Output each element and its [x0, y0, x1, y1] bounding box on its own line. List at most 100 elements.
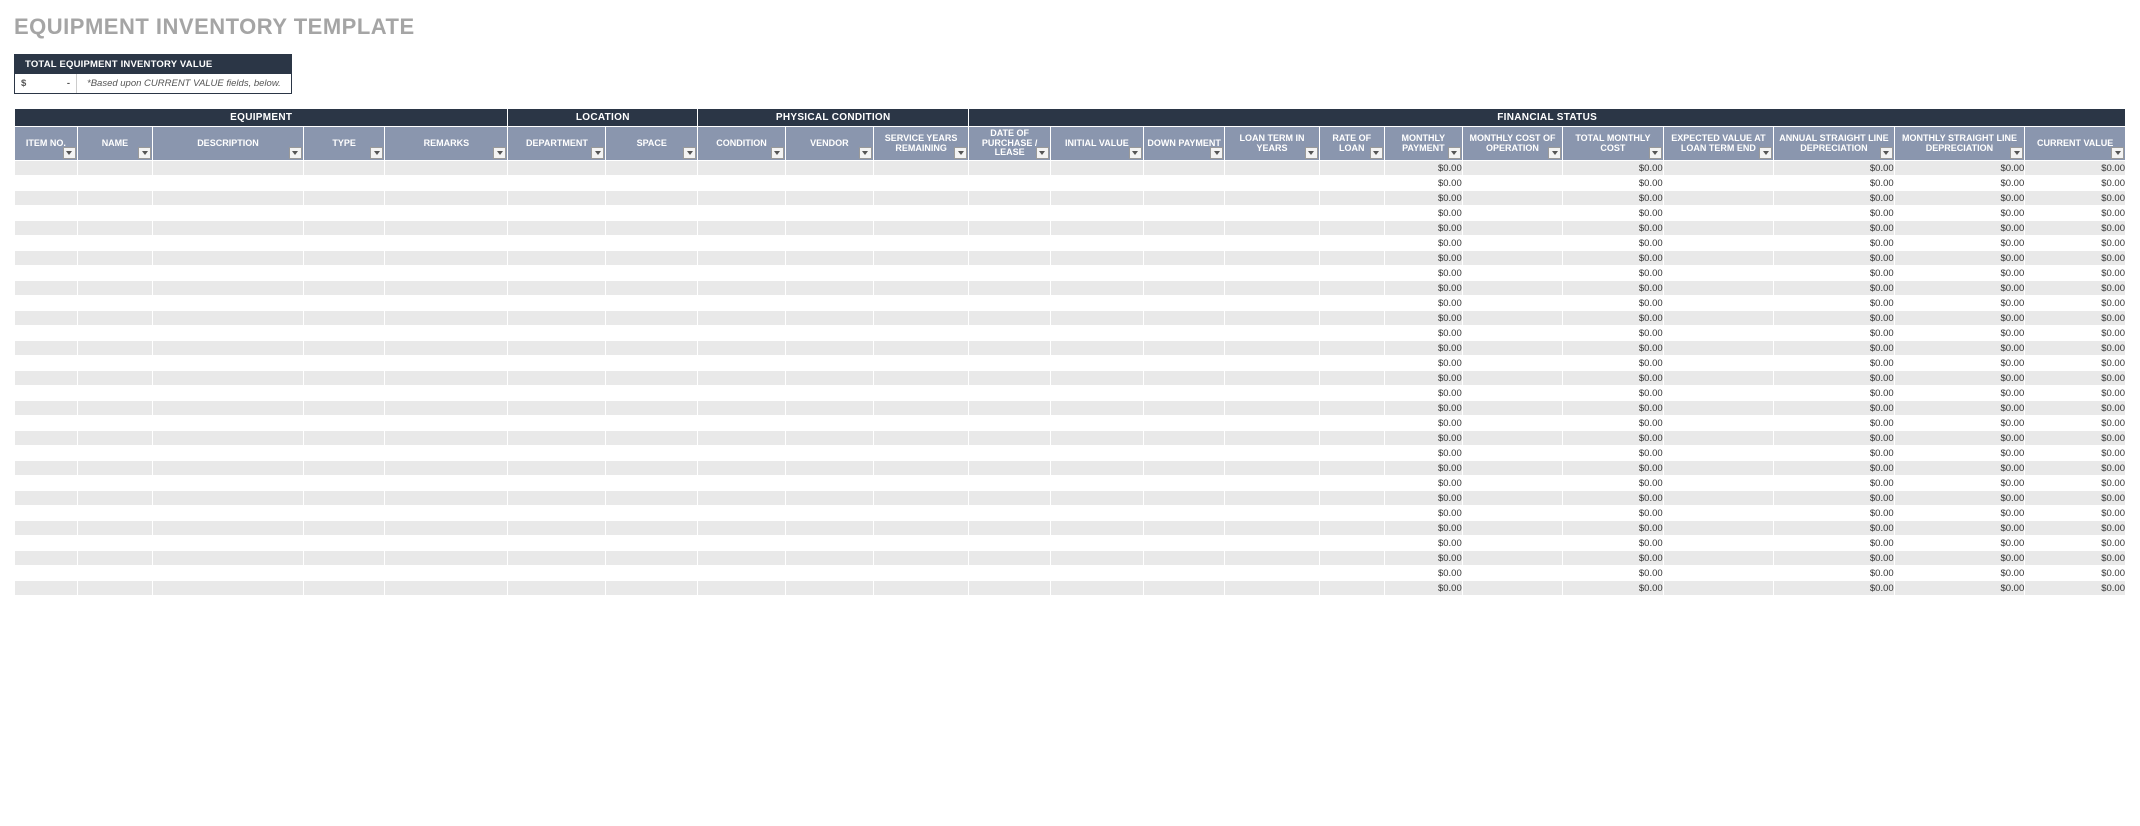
cell[interactable] [606, 551, 698, 566]
cell[interactable] [508, 431, 606, 446]
cell[interactable] [153, 236, 304, 251]
cell[interactable]: $0.00 [1774, 551, 1895, 566]
cell[interactable] [1050, 431, 1143, 446]
cell[interactable]: $0.00 [1384, 446, 1462, 461]
cell[interactable] [1462, 266, 1562, 281]
cell[interactable] [1225, 566, 1319, 581]
filter-dropdown-icon[interactable] [591, 147, 604, 159]
cell[interactable]: $0.00 [2025, 281, 2126, 296]
cell[interactable] [15, 236, 78, 251]
cell[interactable] [1462, 581, 1562, 596]
cell[interactable] [698, 386, 786, 401]
filter-dropdown-icon[interactable] [63, 147, 76, 159]
cell[interactable] [77, 536, 152, 551]
cell[interactable] [15, 386, 78, 401]
cell[interactable] [1462, 536, 1562, 551]
cell[interactable] [1319, 206, 1384, 221]
cell[interactable] [1663, 416, 1773, 431]
cell[interactable] [969, 326, 1051, 341]
cell[interactable]: $0.00 [1894, 326, 2025, 341]
cell[interactable] [1462, 371, 1562, 386]
cell[interactable] [1319, 326, 1384, 341]
cell[interactable] [698, 506, 786, 521]
cell[interactable] [1050, 221, 1143, 236]
cell[interactable] [153, 476, 304, 491]
cell[interactable] [385, 311, 508, 326]
cell[interactable] [785, 221, 873, 236]
cell[interactable] [15, 251, 78, 266]
cell[interactable]: $0.00 [1894, 401, 2025, 416]
cell[interactable] [1143, 191, 1225, 206]
cell[interactable]: $0.00 [1384, 506, 1462, 521]
cell[interactable]: $0.00 [1894, 221, 2025, 236]
filter-dropdown-icon[interactable] [1129, 147, 1142, 159]
cell[interactable] [1225, 191, 1319, 206]
cell[interactable] [385, 281, 508, 296]
cell[interactable] [508, 581, 606, 596]
cell[interactable]: $0.00 [1894, 296, 2025, 311]
cell[interactable] [303, 161, 385, 176]
cell[interactable] [969, 476, 1051, 491]
cell[interactable]: $0.00 [1774, 401, 1895, 416]
cell[interactable] [1143, 341, 1225, 356]
cell[interactable] [969, 491, 1051, 506]
cell[interactable] [77, 341, 152, 356]
cell[interactable] [1050, 446, 1143, 461]
cell[interactable] [698, 476, 786, 491]
cell[interactable]: $0.00 [1563, 191, 1663, 206]
cell[interactable]: $0.00 [1774, 356, 1895, 371]
cell[interactable] [785, 416, 873, 431]
cell[interactable] [1462, 401, 1562, 416]
cell[interactable] [873, 581, 968, 596]
cell[interactable] [1143, 491, 1225, 506]
cell[interactable]: $0.00 [1774, 566, 1895, 581]
cell[interactable]: $0.00 [2025, 446, 2126, 461]
cell[interactable]: $0.00 [2025, 296, 2126, 311]
cell[interactable] [1050, 536, 1143, 551]
cell[interactable] [606, 326, 698, 341]
cell[interactable] [1225, 371, 1319, 386]
cell[interactable] [606, 371, 698, 386]
cell[interactable] [1050, 566, 1143, 581]
cell[interactable] [785, 266, 873, 281]
cell[interactable] [698, 401, 786, 416]
cell[interactable] [785, 401, 873, 416]
cell[interactable]: $0.00 [2025, 221, 2126, 236]
cell[interactable] [15, 401, 78, 416]
cell[interactable]: $0.00 [1894, 536, 2025, 551]
cell[interactable] [785, 521, 873, 536]
summary-value-cell[interactable]: $ - [15, 74, 77, 93]
cell[interactable]: $0.00 [2025, 236, 2126, 251]
cell[interactable] [508, 386, 606, 401]
cell[interactable] [1225, 446, 1319, 461]
cell[interactable]: $0.00 [1563, 221, 1663, 236]
cell[interactable] [969, 371, 1051, 386]
cell[interactable]: $0.00 [1384, 566, 1462, 581]
cell[interactable] [873, 206, 968, 221]
cell[interactable]: $0.00 [1894, 311, 2025, 326]
cell[interactable]: $0.00 [1384, 161, 1462, 176]
cell[interactable]: $0.00 [1563, 566, 1663, 581]
cell[interactable]: $0.00 [1563, 251, 1663, 266]
cell[interactable] [1050, 176, 1143, 191]
cell[interactable] [1663, 581, 1773, 596]
cell[interactable] [1462, 476, 1562, 491]
cell[interactable] [1319, 581, 1384, 596]
cell[interactable]: $0.00 [1894, 356, 2025, 371]
filter-dropdown-icon[interactable] [771, 147, 784, 159]
cell[interactable] [969, 386, 1051, 401]
filter-dropdown-icon[interactable] [1759, 147, 1772, 159]
cell[interactable] [153, 281, 304, 296]
cell[interactable] [1663, 566, 1773, 581]
cell[interactable] [606, 296, 698, 311]
cell[interactable]: $0.00 [1384, 266, 1462, 281]
cell[interactable] [1319, 476, 1384, 491]
cell[interactable] [785, 536, 873, 551]
cell[interactable] [1663, 281, 1773, 296]
cell[interactable] [303, 281, 385, 296]
cell[interactable] [785, 326, 873, 341]
cell[interactable] [385, 191, 508, 206]
cell[interactable] [15, 461, 78, 476]
cell[interactable] [1663, 341, 1773, 356]
cell[interactable] [1143, 446, 1225, 461]
